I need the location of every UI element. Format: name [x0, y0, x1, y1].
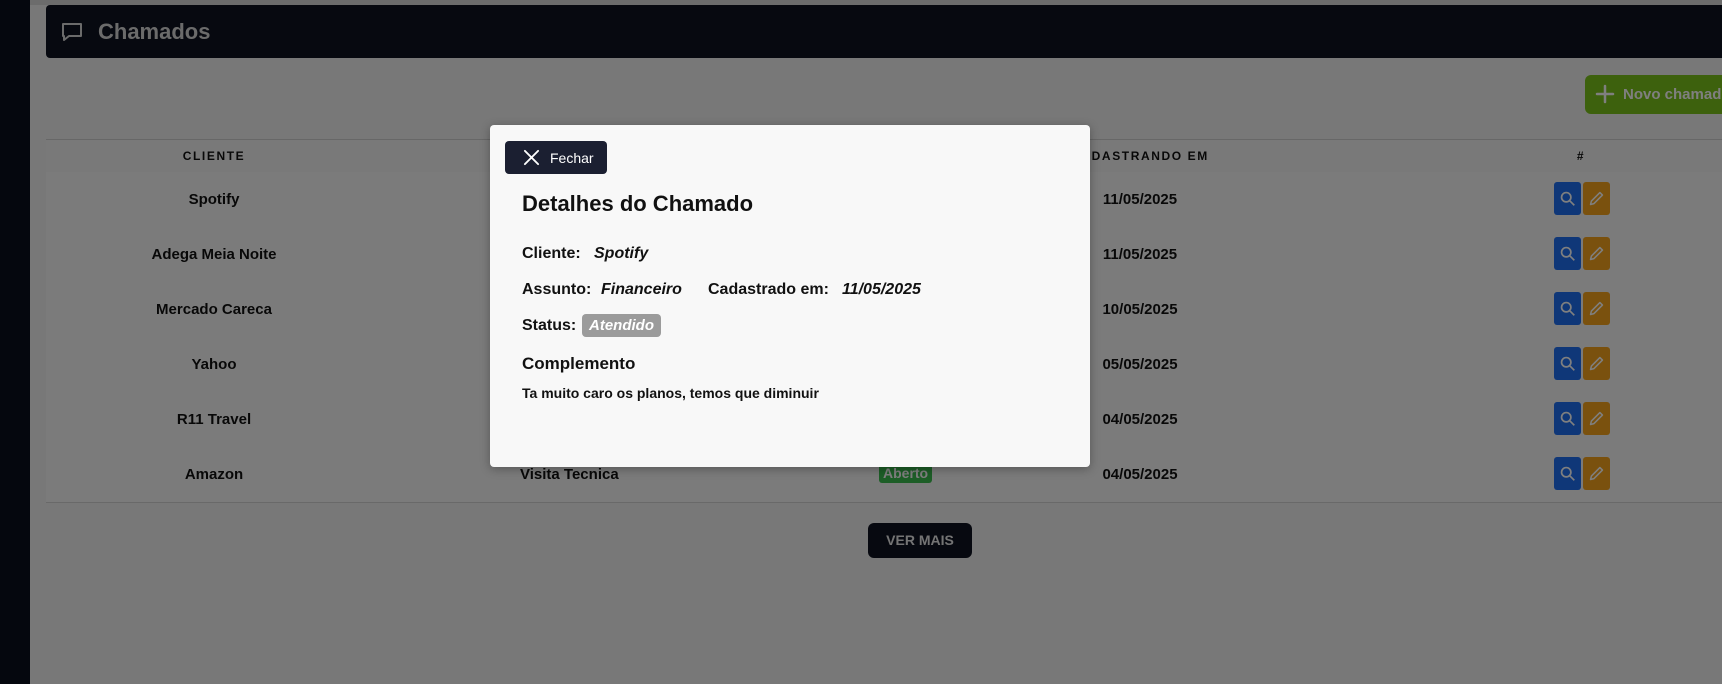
- modal-title: Detalhes do Chamado: [522, 191, 754, 216]
- cliente-label: Cliente:: [522, 245, 581, 262]
- assunto-value: Financeiro: [601, 281, 682, 298]
- complemento-text: Ta muito caro os planos, temos que dimin…: [522, 385, 819, 401]
- close-label: Fechar: [550, 150, 594, 166]
- cadastrado-value: 11/05/2025: [842, 281, 921, 298]
- status-label: Status:: [522, 317, 577, 334]
- close-button[interactable]: Fechar: [505, 141, 607, 174]
- cliente-value: Spotify: [594, 245, 649, 262]
- status-badge: Atendido: [582, 314, 661, 337]
- cadastrado-label: Cadastrado em:: [708, 281, 829, 298]
- assunto-label: Assunto:: [522, 281, 592, 298]
- close-icon: [523, 149, 540, 166]
- complemento-title: Complemento: [522, 354, 636, 373]
- ticket-details-modal: Fechar Detalhes do Chamado Cliente: Spot…: [490, 125, 1090, 467]
